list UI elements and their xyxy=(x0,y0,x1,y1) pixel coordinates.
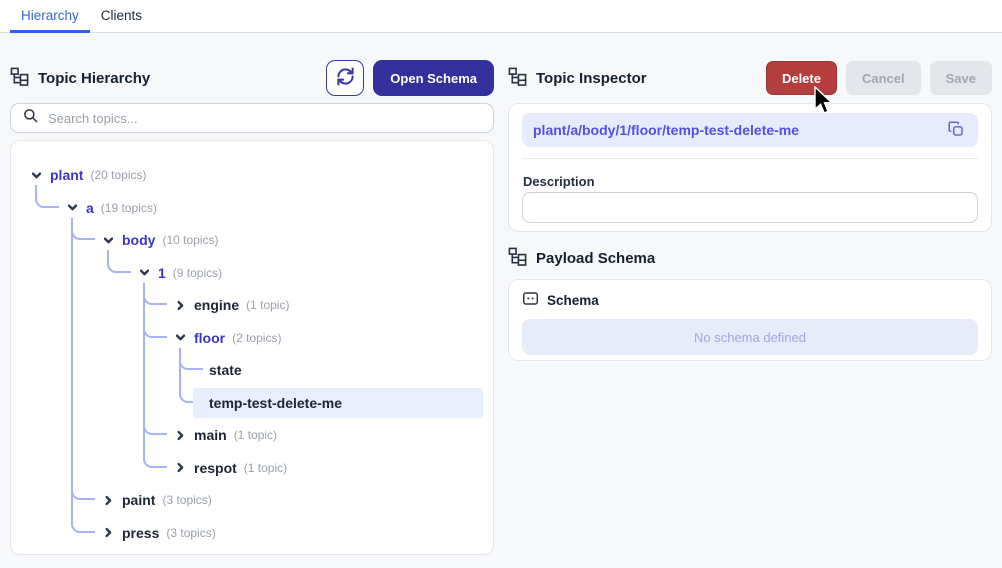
schema-box-icon xyxy=(522,290,539,310)
tree-connector xyxy=(71,217,95,533)
tree-node-label: respot xyxy=(194,459,237,476)
tab-clients-label: Clients xyxy=(100,7,143,23)
tree-node-label: a xyxy=(86,199,94,216)
tree-node-label: state xyxy=(209,362,242,378)
tree-node-main[interactable]: main (1 topic) xyxy=(173,419,277,451)
payload-schema-title: Payload Schema xyxy=(536,250,656,267)
topic-inspector-header: Topic Inspector Delete Cancel Save xyxy=(508,60,992,96)
copy-button[interactable] xyxy=(945,118,967,143)
refresh-icon xyxy=(336,67,355,89)
hierarchy-icon xyxy=(508,67,527,90)
tree-node-label: engine xyxy=(194,297,240,313)
copy-icon xyxy=(947,120,965,141)
tree-node-press[interactable]: press (3 topics) xyxy=(101,517,216,549)
description-label: Description xyxy=(523,174,595,189)
delete-button[interactable]: Delete xyxy=(765,61,837,95)
left-panel-title: Topic Hierarchy xyxy=(38,69,151,87)
topic-count: (9 topics) xyxy=(172,265,223,280)
schema-section-title: Schema xyxy=(547,292,599,308)
cancel-button[interactable]: Cancel xyxy=(845,61,921,95)
topic-inspector-card: plant/a/body/1/floor/temp-test-delete-me… xyxy=(508,103,992,232)
chevron-right-icon[interactable] xyxy=(101,526,115,540)
divider xyxy=(522,158,978,159)
open-schema-button[interactable]: Open Schema xyxy=(373,60,494,96)
schema-card: Schema No schema defined xyxy=(508,279,992,361)
topic-hierarchy-header: Topic Hierarchy Open Schema xyxy=(10,60,494,96)
tree-node-paint[interactable]: paint (3 topics) xyxy=(101,484,212,516)
tree-connector xyxy=(143,282,167,468)
search-box xyxy=(10,103,494,133)
refresh-button[interactable] xyxy=(326,60,365,96)
chevron-down-icon[interactable] xyxy=(137,266,151,280)
tree-node-label: main xyxy=(194,427,227,443)
topic-tree-card: plant (20 topics) a (19 topics) body (10 topi… xyxy=(10,140,494,555)
tree-node-label: body xyxy=(122,232,156,248)
chevron-down-icon[interactable] xyxy=(173,331,187,345)
tab-hierarchy[interactable]: Hierarchy xyxy=(10,0,90,33)
chevron-down-icon[interactable] xyxy=(101,233,115,247)
tree-node-engine[interactable]: engine (1 topic) xyxy=(173,289,289,321)
tree-node-a[interactable]: a (19 topics) xyxy=(65,192,157,224)
chevron-down-icon[interactable] xyxy=(65,201,79,215)
hierarchy-icon xyxy=(10,67,29,90)
chevron-right-icon[interactable] xyxy=(173,298,187,312)
topic-count: (1 topic) xyxy=(233,428,278,442)
chevron-right-icon[interactable] xyxy=(173,461,187,475)
tree-node-floor[interactable]: floor (2 topics) xyxy=(173,322,281,354)
topic-count: (3 topics) xyxy=(166,525,216,540)
tree-node-plant[interactable]: plant (20 topics) xyxy=(29,159,146,191)
topic-count: (10 topics) xyxy=(162,233,219,247)
topic-path-text: plant/a/body/1/floor/temp-test-delete-me xyxy=(533,122,800,138)
chevron-right-icon[interactable] xyxy=(173,428,187,442)
topic-count: (2 topics) xyxy=(232,330,282,345)
tree-node-respot[interactable]: respot (1 topic) xyxy=(173,452,287,484)
tree-node-label: paint xyxy=(122,492,156,508)
tab-clients[interactable]: Clients xyxy=(90,0,153,33)
save-button[interactable]: Save xyxy=(929,61,992,95)
hierarchy-icon xyxy=(508,247,527,270)
topic-count: (19 topics) xyxy=(100,200,157,215)
payload-schema-header: Payload Schema xyxy=(508,247,655,270)
tree-node-label: plant xyxy=(50,167,84,183)
schema-empty-placeholder: No schema defined xyxy=(522,319,978,355)
search-input[interactable] xyxy=(48,110,481,126)
topic-path-field: plant/a/body/1/floor/temp-test-delete-me xyxy=(522,113,978,147)
tree-node-1[interactable]: 1 (9 topics) xyxy=(137,257,222,289)
tree-node-label: temp-test-delete-me xyxy=(209,394,343,411)
tree-node-temp-test-delete-me[interactable]: temp-test-delete-me xyxy=(209,387,342,419)
tree-node-label: press xyxy=(122,524,160,541)
topic-count: (3 topics) xyxy=(162,493,212,507)
search-icon xyxy=(23,108,38,128)
chevron-down-icon[interactable] xyxy=(29,168,43,182)
topic-count: (1 topic) xyxy=(246,298,290,312)
tree-node-label: floor xyxy=(194,329,226,346)
top-tab-bar: Hierarchy Clients xyxy=(0,0,1002,33)
description-input[interactable] xyxy=(522,192,978,223)
tree-node-label: 1 xyxy=(158,264,166,281)
tree-node-state[interactable]: state xyxy=(209,354,242,386)
right-panel-title: Topic Inspector xyxy=(536,69,647,87)
topic-count: (1 topic) xyxy=(243,460,288,475)
topic-count: (20 topics) xyxy=(90,168,147,182)
tree-node-body[interactable]: body (10 topics) xyxy=(101,224,218,256)
tab-hierarchy-label: Hierarchy xyxy=(21,7,79,23)
chevron-right-icon[interactable] xyxy=(101,493,115,507)
